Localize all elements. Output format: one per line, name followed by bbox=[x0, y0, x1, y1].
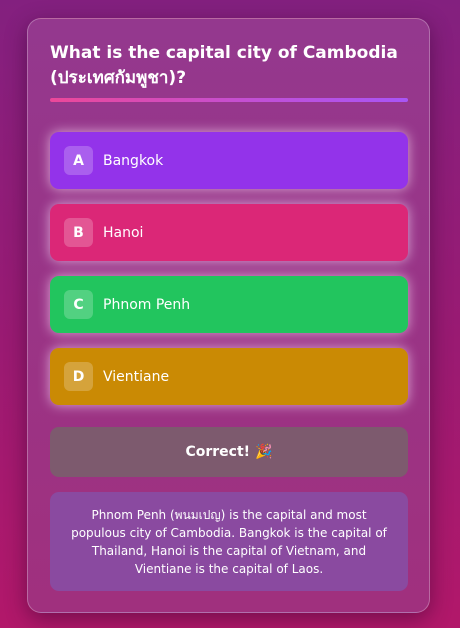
option-d-letter: D bbox=[64, 362, 93, 391]
option-b-letter: B bbox=[64, 218, 93, 247]
party-popper-icon: 🎉 bbox=[255, 444, 273, 460]
option-d-label: Vientiane bbox=[103, 368, 170, 385]
explanation-text: Phnom Penh (พนมเปญ) is the capital and m… bbox=[71, 507, 387, 576]
question-underline bbox=[50, 98, 408, 102]
option-c-button[interactable]: C Phnom Penh bbox=[50, 276, 408, 333]
option-a-letter: A bbox=[64, 146, 93, 175]
feedback-text: Correct! bbox=[185, 444, 251, 460]
option-a-button[interactable]: A Bangkok bbox=[50, 132, 408, 189]
explanation-box: Phnom Penh (พนมเปญ) is the capital and m… bbox=[50, 492, 408, 591]
option-b-label: Hanoi bbox=[103, 224, 144, 241]
option-c-label: Phnom Penh bbox=[103, 296, 191, 313]
question-title: What is the capital city of Cambodia (ปร… bbox=[50, 43, 398, 88]
quiz-card: What is the capital city of Cambodia (ปร… bbox=[27, 18, 430, 613]
option-d-button[interactable]: D Vientiane bbox=[50, 348, 408, 405]
option-a-label: Bangkok bbox=[103, 152, 164, 169]
option-b-button[interactable]: B Hanoi bbox=[50, 204, 408, 261]
option-c-letter: C bbox=[64, 290, 93, 319]
feedback-banner: Correct! 🎉 bbox=[50, 427, 408, 477]
